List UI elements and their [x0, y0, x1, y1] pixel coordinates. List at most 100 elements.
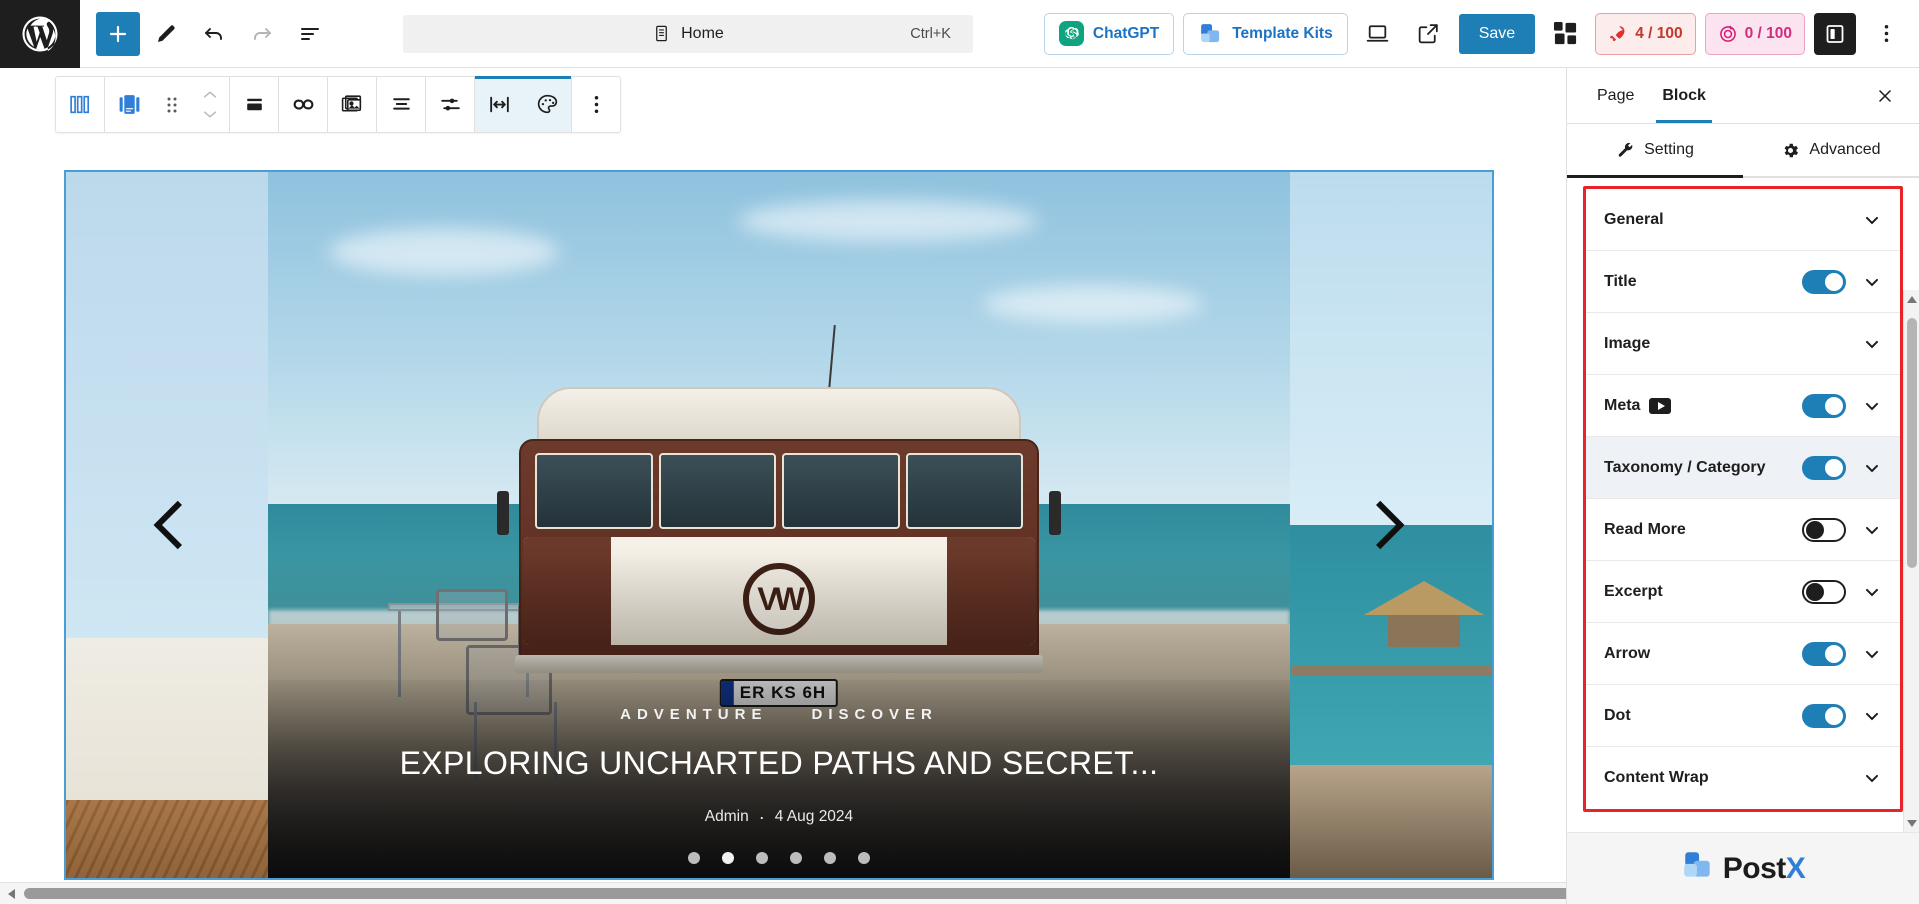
gear-icon: [1784, 143, 1799, 157]
save-button[interactable]: Save: [1458, 13, 1536, 54]
readability-score-badge[interactable]: 0 / 100: [1704, 12, 1805, 55]
view-site-button[interactable]: [1408, 13, 1450, 55]
readability-score-label: 0 / 100: [1744, 24, 1792, 42]
settings-sidebar-toggle[interactable]: [1814, 12, 1856, 55]
chevron-down-icon[interactable]: [1862, 644, 1882, 664]
slider-dot-3[interactable]: [756, 852, 768, 864]
panel-image[interactable]: Image: [1586, 313, 1900, 375]
panel-excerpt[interactable]: Excerpt: [1586, 561, 1900, 623]
sidebar-scroll-down-arrow-icon[interactable]: [1904, 814, 1919, 832]
postx-brand: PostX: [1723, 852, 1806, 886]
link-button[interactable]: [279, 77, 327, 132]
slider-prev-arrow[interactable]: [134, 490, 204, 560]
subtab-setting[interactable]: Setting: [1567, 124, 1743, 178]
panel-read-more-toggle[interactable]: [1802, 517, 1846, 542]
tab-page[interactable]: Page: [1583, 68, 1648, 123]
chevron-down-icon[interactable]: [1862, 334, 1882, 354]
panel-title[interactable]: Title: [1586, 251, 1900, 313]
drag-handle[interactable]: [153, 77, 191, 132]
add-block-button[interactable]: [96, 11, 140, 56]
slide-active[interactable]: VW ER KS 6H Adventure Discover Exploring…: [268, 172, 1290, 878]
move-block-updown[interactable]: [191, 77, 229, 132]
panel-dot-toggle[interactable]: [1802, 703, 1846, 728]
panel-taxonomy-toggle[interactable]: [1802, 455, 1846, 480]
full-width-button[interactable]: [475, 76, 523, 132]
slide-category-1[interactable]: Discover: [811, 706, 937, 723]
slide-date: 4 Aug 2024: [774, 808, 854, 825]
panel-meta-label: Meta: [1604, 396, 1641, 414]
subtab-advanced[interactable]: Advanced: [1743, 124, 1919, 176]
sidebar-panel-scroll: General Title Image Meta Taxonomy / Cate…: [1567, 178, 1919, 832]
panel-arrow[interactable]: Arrow: [1586, 623, 1900, 685]
seo-score-label: 4 / 100: [1635, 24, 1683, 42]
slider-dot-6[interactable]: [858, 852, 870, 864]
block-type-post-slider-button[interactable]: [105, 77, 153, 132]
slide-categories: Adventure Discover: [268, 706, 1290, 723]
redo-button[interactable]: [240, 12, 284, 56]
more-options-button[interactable]: [1865, 13, 1907, 55]
panel-meta-toggle[interactable]: [1802, 393, 1846, 418]
settings-sliders-button[interactable]: [426, 77, 474, 132]
more-block-options-button[interactable]: [572, 77, 620, 132]
sidebar-scroll-up-arrow-icon[interactable]: [1904, 290, 1919, 308]
panel-taxonomy-category[interactable]: Taxonomy / Category: [1586, 437, 1900, 499]
chevron-down-icon[interactable]: [1862, 272, 1882, 292]
sidebar-scroll-thumb[interactable]: [1907, 318, 1917, 568]
panel-title-toggle[interactable]: [1802, 269, 1846, 294]
panel-meta[interactable]: Meta: [1586, 375, 1900, 437]
top-bar-tools: [80, 11, 332, 56]
scroll-left-arrow-icon[interactable]: [0, 883, 22, 904]
subtab-setting-label: Setting: [1644, 141, 1694, 158]
slider-dot-4[interactable]: [790, 852, 802, 864]
panel-arrow-toggle[interactable]: [1802, 641, 1846, 666]
postx-brand-main: Post: [1722, 851, 1787, 885]
blocks-library-button[interactable]: [1544, 13, 1586, 55]
post-slider-block[interactable]: VW ER KS 6H Adventure Discover Exploring…: [64, 170, 1494, 880]
panel-content-wrap[interactable]: Content Wrap: [1586, 747, 1900, 809]
close-icon[interactable]: [1867, 78, 1903, 114]
command-bar[interactable]: Home Ctrl+K: [402, 14, 973, 53]
template-kits-button-label: Template Kits: [1232, 24, 1333, 42]
color-palette-button[interactable]: [523, 76, 571, 132]
edit-tool-button[interactable]: [144, 12, 188, 56]
undo-button[interactable]: [192, 12, 236, 56]
panel-excerpt-label: Excerpt: [1604, 582, 1663, 600]
seo-score-badge[interactable]: 4 / 100: [1595, 12, 1696, 55]
panel-taxonomy-label: Taxonomy / Category: [1604, 458, 1766, 476]
slider-dot-5[interactable]: [824, 852, 836, 864]
preview-device-button[interactable]: [1357, 13, 1399, 55]
gallery-button[interactable]: [328, 77, 376, 132]
chevron-down-icon[interactable]: [1862, 768, 1882, 788]
slide-title[interactable]: Exploring Uncharted Paths and Secret...: [268, 745, 1290, 782]
document-overview-button[interactable]: [288, 12, 332, 56]
text-align-button[interactable]: [377, 77, 425, 132]
chevron-down-icon[interactable]: [1862, 706, 1882, 726]
chevron-down-icon[interactable]: [1862, 520, 1882, 540]
chatgpt-logo-icon: [1058, 21, 1084, 46]
slider-next-arrow[interactable]: [1354, 490, 1424, 560]
template-kits-button[interactable]: Template Kits: [1183, 12, 1348, 55]
wordpress-logo-icon[interactable]: [0, 0, 80, 68]
sidebar-subtabs: Setting Advanced: [1567, 124, 1919, 178]
block-type-columns-button[interactable]: [56, 77, 104, 132]
chevron-down-icon[interactable]: [1862, 458, 1882, 478]
panel-excerpt-toggle[interactable]: [1802, 579, 1846, 604]
sidebar-vertical-scrollbar[interactable]: [1903, 290, 1919, 832]
slide-content: Adventure Discover Exploring Uncharted P…: [268, 706, 1290, 826]
slider-dot-1[interactable]: [688, 852, 700, 864]
slide-category-0[interactable]: Adventure: [620, 706, 767, 723]
top-bar-actions: ChatGPT Template Kits Save 4 / 100 0 / 1…: [1043, 12, 1919, 55]
chevron-down-icon[interactable]: [1862, 582, 1882, 602]
align-block-button[interactable]: [230, 77, 278, 132]
chatgpt-button[interactable]: ChatGPT: [1043, 12, 1175, 55]
slide-author[interactable]: Admin: [705, 808, 749, 826]
chevron-down-icon[interactable]: [1862, 396, 1882, 416]
chevron-down-icon[interactable]: [1862, 210, 1882, 230]
panel-read-more-label: Read More: [1604, 520, 1686, 538]
tab-block[interactable]: Block: [1648, 68, 1720, 123]
panel-general[interactable]: General: [1586, 189, 1900, 251]
panel-general-label: General: [1604, 210, 1664, 228]
panel-read-more[interactable]: Read More: [1586, 499, 1900, 561]
slider-dot-2[interactable]: [722, 852, 734, 864]
panel-dot[interactable]: Dot: [1586, 685, 1900, 747]
